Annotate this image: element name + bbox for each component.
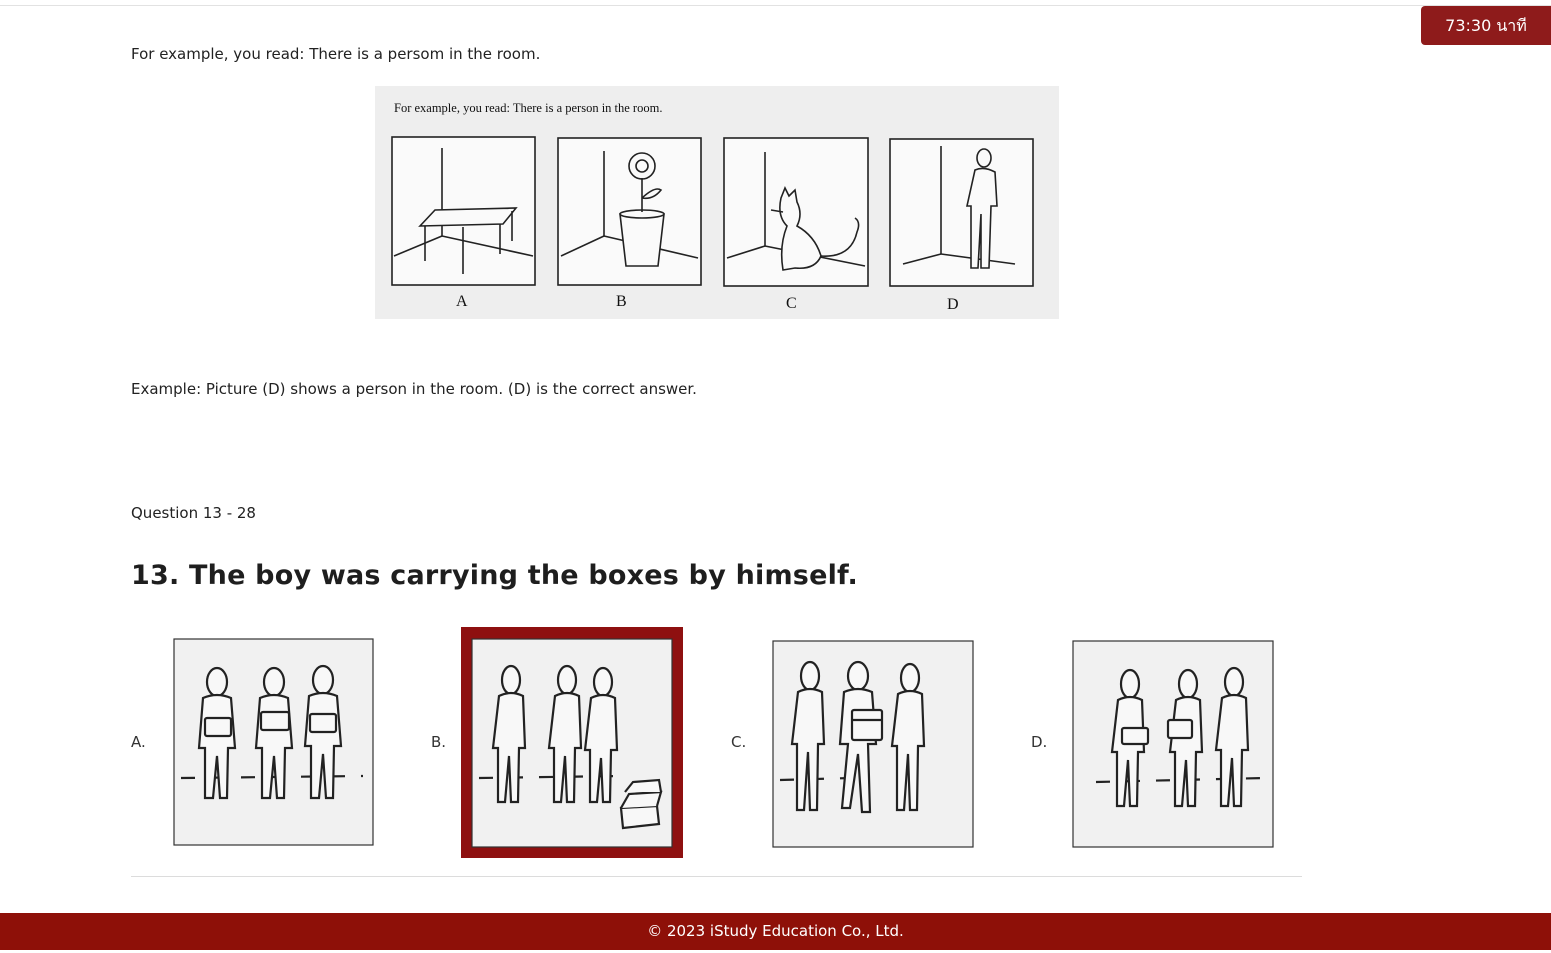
option-d[interactable]: D. [1031,620,1276,860]
footer-copyright: © 2023 iStudy Education Co., Ltd. [0,913,1551,950]
top-border [0,5,1551,6]
option-c-letter: C. [731,733,747,751]
panel-d-person [889,138,1034,287]
content-divider [131,876,1302,877]
section-label: Question 13 - 28 [131,504,256,522]
option-a-letter: A. [131,733,146,751]
panel-c-cat [723,137,869,287]
panel-label-a: A [456,293,468,310]
option-a-picture [173,638,374,846]
option-d-picture [1072,640,1274,848]
example-sentence: For example, you read: There is a persom… [131,45,541,63]
option-b-picture [471,638,673,848]
option-d-letter: D. [1031,733,1048,751]
example-figure-caption: For example, you read: There is a person… [394,101,662,115]
panel-label-c: C [786,295,797,312]
countdown-timer: 73:30 นาที [1421,6,1551,45]
option-a[interactable]: A. [131,620,376,860]
option-b[interactable]: B. [431,620,681,860]
panel-label-b: B [616,293,627,310]
example-explanation: Example: Picture (D) shows a person in t… [131,380,697,398]
panel-b-flower [557,137,702,286]
option-b-letter: B. [431,733,447,751]
example-figure: For example, you read: There is a person… [375,86,1059,319]
option-c-picture [772,640,974,848]
panel-label-d: D [947,296,959,313]
panel-a-table [391,136,536,286]
question-title: 13. The boy was carrying the boxes by hi… [131,560,858,591]
option-c[interactable]: C. [731,620,976,860]
